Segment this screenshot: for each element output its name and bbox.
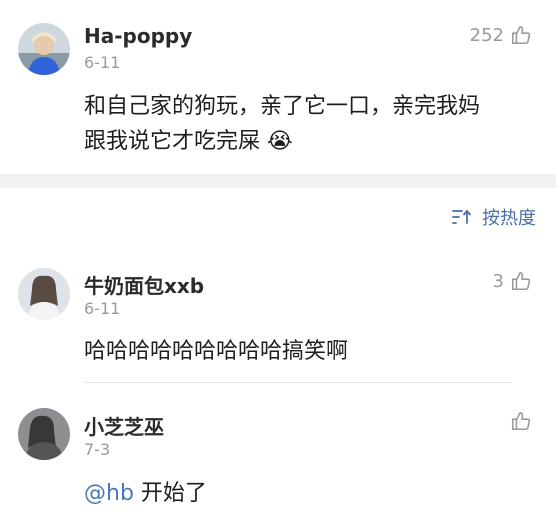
avatar[interactable]	[18, 408, 70, 460]
sort-by-hot-button[interactable]: 按热度	[452, 204, 536, 230]
username[interactable]: 牛奶面包xxb	[84, 270, 204, 299]
sort-label: 按热度	[482, 208, 536, 229]
comment-text: @hb 开始了	[84, 476, 207, 511]
comment-text: 哈哈哈哈哈哈哈哈哈搞笑啊	[84, 339, 349, 364]
crying-emoji: 😭	[267, 129, 293, 154]
section-divider	[0, 174, 556, 188]
comment-date: 7-3	[84, 440, 111, 459]
comment-date: 6-11	[84, 299, 121, 318]
sort-icon	[452, 210, 471, 224]
like-button[interactable]	[504, 410, 532, 432]
like-count: 252	[469, 24, 504, 46]
comment-text-body: 开始了	[133, 481, 207, 506]
avatar[interactable]	[18, 268, 70, 320]
like-button[interactable]: 3	[493, 270, 532, 292]
avatar[interactable]	[18, 23, 70, 75]
mention-link[interactable]: @hb	[84, 481, 134, 506]
like-count: 3	[492, 270, 504, 292]
divider	[84, 382, 512, 383]
thumbs-up-icon	[511, 25, 531, 45]
comment-text: 和自己家的狗玩，亲了它一口，亲完我妈 跟我说它才吃完屎 😭	[84, 89, 534, 159]
like-button[interactable]: 252	[470, 24, 532, 46]
comment-date: 6-11	[84, 53, 121, 72]
username[interactable]: Ha-poppy	[84, 24, 192, 48]
thumbs-up-icon	[511, 271, 531, 291]
comment-text-line: 和自己家的狗玩，亲了它一口，亲完我妈	[84, 94, 481, 119]
comment-text-line: 跟我说它才吃完屎	[84, 129, 261, 154]
username[interactable]: 小芝芝巫	[84, 411, 164, 440]
thumbs-up-icon	[511, 411, 531, 431]
